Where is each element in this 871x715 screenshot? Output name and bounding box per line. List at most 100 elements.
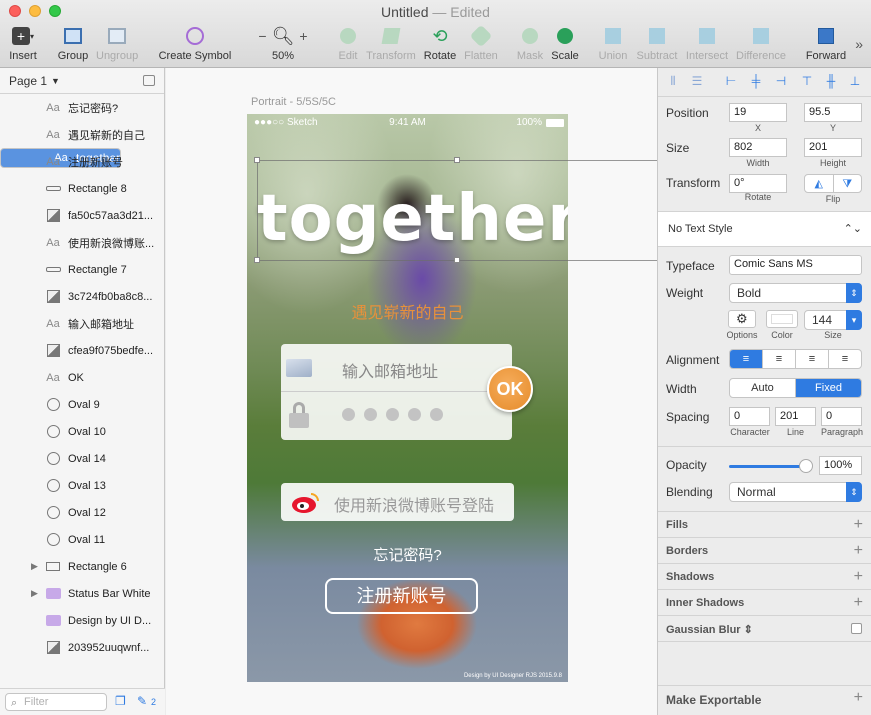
layer-row[interactable]: ▶ Status Bar White xyxy=(0,580,164,607)
align-right-icon[interactable]: ⊣ xyxy=(774,74,788,88)
character-spacing-field[interactable]: 0 xyxy=(729,407,770,426)
password-dots[interactable] xyxy=(342,408,443,421)
layer-row[interactable]: Oval 12 xyxy=(0,499,164,526)
align-center-icon[interactable]: ╪ xyxy=(749,74,763,88)
edited-filter-icon[interactable]: ✎ xyxy=(137,694,147,708)
selection-frame[interactable] xyxy=(257,160,657,261)
width-field[interactable]: 802 xyxy=(729,138,787,157)
zoom-out-icon[interactable]: − xyxy=(258,28,266,44)
height-field[interactable]: 201 xyxy=(804,138,862,157)
add-border-icon[interactable]: + xyxy=(854,543,863,559)
transform-button[interactable]: Transform xyxy=(366,24,416,62)
page-selector[interactable]: Page 1 ▼ xyxy=(0,68,164,94)
subtract-button[interactable]: Subtract xyxy=(635,24,679,62)
resize-handle[interactable] xyxy=(254,257,260,263)
zoom-in-icon[interactable]: + xyxy=(299,28,307,44)
layer-row[interactable]: Oval 11 xyxy=(0,526,164,553)
shadows-section[interactable]: Shadows xyxy=(666,571,714,583)
align-center-text-icon[interactable]: ≡ xyxy=(763,350,796,368)
resize-handle[interactable] xyxy=(454,157,460,163)
blending-select[interactable]: Normal ⇕ xyxy=(729,482,862,502)
layer-row[interactable]: Oval 10 xyxy=(0,418,164,445)
symbols-filter-icon[interactable]: ❐ xyxy=(115,694,126,708)
distribute-horizontal-icon[interactable]: ⫴ xyxy=(666,74,680,88)
layer-row[interactable]: cfea9f075bedfe... xyxy=(0,337,164,364)
filter-input[interactable]: ⌕ Filter xyxy=(5,693,107,711)
layer-row[interactable]: Oval 13 xyxy=(0,472,164,499)
distribute-vertical-icon[interactable]: ☰ xyxy=(690,74,704,88)
toolbar-overflow-chevron-icon[interactable]: » xyxy=(855,36,863,52)
align-bottom-icon[interactable]: ⊥ xyxy=(848,74,862,88)
add-inner-shadow-icon[interactable]: + xyxy=(854,595,863,611)
justify-text-icon[interactable]: ≡ xyxy=(829,350,861,368)
width-fixed-option[interactable]: Fixed xyxy=(796,379,861,397)
text-style-selector[interactable]: No Text Style ⌃⌄ xyxy=(658,211,871,247)
layer-row[interactable]: Aa OK xyxy=(0,364,164,391)
y-field[interactable]: 95.5 xyxy=(804,103,862,122)
create-symbol-button[interactable]: Create Symbol xyxy=(158,24,232,62)
layer-row[interactable]: Aa 忘记密码? xyxy=(0,94,164,121)
align-top-icon[interactable]: ⊤ xyxy=(800,74,814,88)
layer-row[interactable]: Aa 输入邮箱地址 xyxy=(0,310,164,337)
text-color-swatch[interactable] xyxy=(766,310,798,328)
register-button[interactable]: 注册新账号 xyxy=(325,578,478,614)
add-fill-icon[interactable]: + xyxy=(854,517,863,533)
layer-row[interactable]: Rectangle 8 xyxy=(0,175,164,202)
opacity-slider-track[interactable] xyxy=(729,465,809,468)
resize-handle[interactable] xyxy=(254,157,260,163)
rotate-button[interactable]: ⟲ Rotate xyxy=(422,24,458,63)
weibo-login-button[interactable]: 使用新浪微博账号登陆 xyxy=(281,483,514,521)
add-export-icon[interactable]: + xyxy=(854,690,863,706)
zoom-control[interactable]: − 🔍︎ + 50% xyxy=(254,24,312,63)
rotate-field[interactable]: 0° xyxy=(729,174,787,193)
artboard-label[interactable]: Portrait - 5/5S/5C xyxy=(251,96,336,108)
email-placeholder[interactable]: 输入邮箱地址 xyxy=(342,358,438,382)
align-left-text-icon[interactable]: ≡ xyxy=(730,350,763,368)
width-mode-control[interactable]: Auto Fixed xyxy=(729,378,862,398)
gaussian-blur-section[interactable]: Gaussian Blur ⇕ xyxy=(666,623,753,636)
font-size-field[interactable]: 144 ▾ xyxy=(804,310,862,330)
typeface-field[interactable]: Comic Sans MS xyxy=(729,255,862,275)
flatten-button[interactable]: Flatten xyxy=(462,24,500,62)
align-left-icon[interactable]: ⊢ xyxy=(724,74,738,88)
flip-vertical-icon[interactable]: ⧩ xyxy=(834,175,862,192)
width-auto-option[interactable]: Auto xyxy=(730,379,796,397)
text-alignment-control[interactable]: ≡ ≡ ≡ ≡ xyxy=(729,349,862,369)
layer-row[interactable]: ▶ Rectangle 6 xyxy=(0,553,164,580)
borders-section[interactable]: Borders xyxy=(666,545,708,557)
layer-row[interactable]: Oval 14 xyxy=(0,445,164,472)
paragraph-spacing-field[interactable]: 0 xyxy=(821,407,862,426)
layer-row[interactable]: Design by UI D... xyxy=(0,607,164,634)
ok-button[interactable]: OK xyxy=(487,366,533,412)
insert-button[interactable]: + ▾ Insert xyxy=(6,24,40,62)
align-middle-icon[interactable]: ╫ xyxy=(824,74,838,88)
ungroup-button[interactable]: Ungroup xyxy=(96,24,138,62)
forgot-password-text[interactable]: 忘记密码? xyxy=(247,544,568,565)
union-button[interactable]: Union xyxy=(596,24,630,62)
resize-handle[interactable] xyxy=(454,257,460,263)
add-shadow-icon[interactable]: + xyxy=(854,569,863,585)
make-exportable-section[interactable]: Make Exportable xyxy=(666,693,761,707)
fills-section[interactable]: Fills xyxy=(666,519,688,531)
layer-row[interactable]: 3c724fb0ba8c8... xyxy=(0,283,164,310)
disclosure-triangle-icon[interactable]: ▶ xyxy=(31,561,38,572)
text-options-button[interactable]: ⚙ xyxy=(728,310,756,328)
layer-row[interactable]: Rectangle 7 xyxy=(0,256,164,283)
scale-button[interactable]: Scale xyxy=(550,24,580,62)
layer-row[interactable]: fa50c57aa3d21... xyxy=(0,202,164,229)
layer-row[interactable]: 203952uuqwnf... xyxy=(0,634,164,661)
line-spacing-field[interactable]: 201 xyxy=(775,407,816,426)
intersect-button[interactable]: Intersect xyxy=(684,24,730,62)
x-field[interactable]: 19 xyxy=(729,103,787,122)
mask-button[interactable]: Mask xyxy=(514,24,546,62)
forward-button[interactable]: Forward xyxy=(804,24,848,62)
weight-select[interactable]: Bold ⇕ xyxy=(729,283,862,303)
align-right-text-icon[interactable]: ≡ xyxy=(796,350,829,368)
disclosure-triangle-icon[interactable]: ▶ xyxy=(31,588,38,599)
opacity-field[interactable]: 100% xyxy=(819,456,862,475)
inner-shadows-section[interactable]: Inner Shadows xyxy=(666,597,744,609)
opacity-slider-knob[interactable] xyxy=(799,459,813,473)
layer-row[interactable]: Aa 遇见崭新的自己 xyxy=(0,121,164,148)
canvas[interactable]: Portrait - 5/5S/5C ●●●○○ Sketch 9:41 AM … xyxy=(166,68,657,715)
flip-horizontal-icon[interactable]: ◭ xyxy=(805,175,834,192)
